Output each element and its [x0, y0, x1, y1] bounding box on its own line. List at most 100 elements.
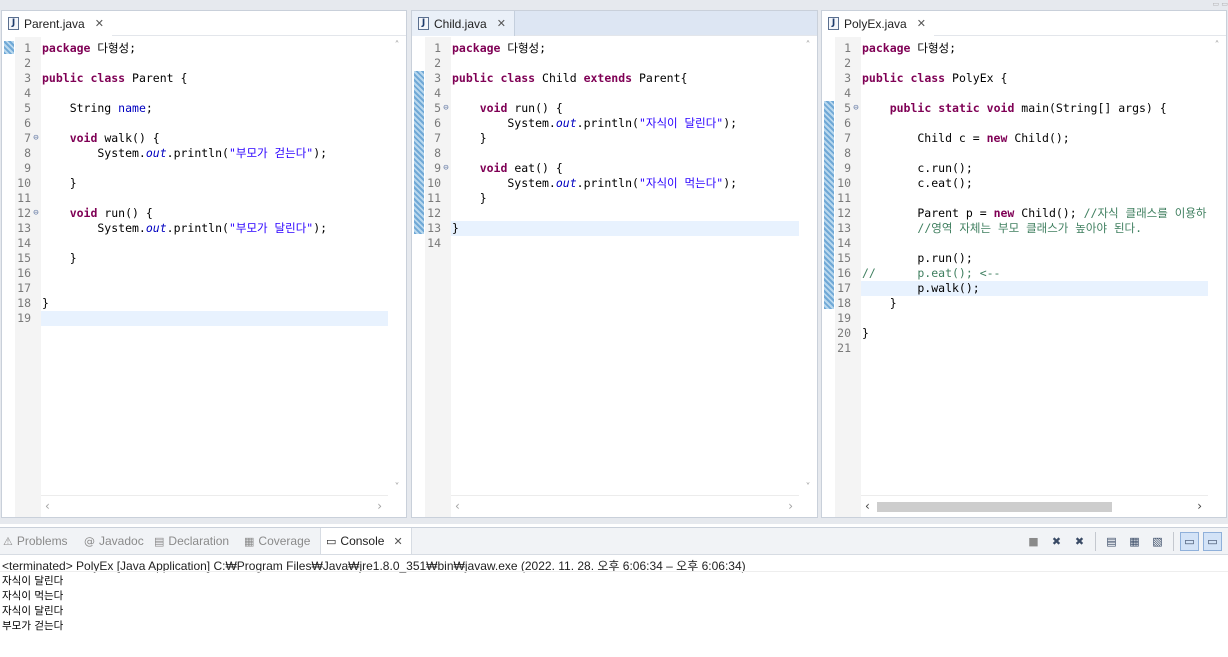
- tab-polyex-java[interactable]: J PolyEx.java ✕: [822, 11, 934, 36]
- line-number: 12: [837, 206, 851, 220]
- tab-problems[interactable]: ⚠ Problems: [3, 528, 68, 554]
- code-editor[interactable]: 1 package 다형성; 2 3 public class Child extend…: [412, 37, 817, 517]
- line-number: 19: [17, 311, 31, 325]
- code-line: 4: [412, 86, 799, 101]
- chevron-right-icon[interactable]: ›: [377, 499, 382, 513]
- code-text: void run() {: [69, 206, 153, 220]
- chevron-up-icon[interactable]: ˄: [388, 40, 406, 51]
- fold-toggle-icon[interactable]: ⊖: [31, 131, 41, 146]
- vertical-scrollbar[interactable]: ˄ ˅: [388, 37, 406, 495]
- line-number: 7: [434, 131, 441, 145]
- horizontal-scrollbar[interactable]: ‹ ›: [451, 495, 799, 517]
- show-on-error-icon[interactable]: ▭: [1203, 532, 1222, 551]
- output-line: 부모가 걷는다: [2, 620, 64, 632]
- output-line: 자식이 먹는다: [2, 590, 64, 602]
- console-output[interactable]: 자식이 달린다 자식이 먹는다 자식이 달린다 부모가 걷는다: [2, 574, 63, 634]
- fold-toggle-icon[interactable]: ⊖: [851, 101, 861, 116]
- remove-all-icon[interactable]: ✖: [1070, 532, 1089, 551]
- line-number: 1: [24, 41, 31, 55]
- code-text: }: [42, 296, 49, 310]
- code-text: }: [452, 131, 487, 145]
- tab-label: PolyEx.java: [844, 16, 907, 31]
- code-text: System.out.println("자식이 먹는다");: [452, 176, 738, 190]
- code-line: 6 System.out.println("자식이 달린다");: [412, 116, 799, 131]
- show-on-output-icon[interactable]: ▭: [1180, 532, 1199, 551]
- code-line: 14: [412, 236, 799, 251]
- code-text: }: [862, 326, 869, 340]
- line-number: 3: [24, 71, 31, 85]
- chevron-up-icon[interactable]: ˄: [799, 40, 817, 51]
- code-editor[interactable]: 1 package 다형성; 2 3 public class Parent {4 5 S…: [2, 37, 406, 517]
- line-number: 10: [837, 176, 851, 190]
- close-icon[interactable]: ✕: [917, 17, 926, 30]
- line-number: 2: [24, 56, 31, 70]
- clear-console-icon[interactable]: ▤: [1102, 532, 1121, 551]
- code-line: 8: [822, 146, 1208, 161]
- vertical-scrollbar[interactable]: ˄: [1208, 37, 1226, 495]
- code-line: 2: [2, 56, 388, 71]
- line-number: 15: [837, 251, 851, 265]
- line-number: 14: [427, 236, 441, 250]
- close-icon[interactable]: ✕: [393, 535, 402, 548]
- vertical-scrollbar[interactable]: ˄ ˅: [799, 37, 817, 495]
- code-lines: 1 package 다형성; 2 3 public class PolyEx {4 5 ⊖ …: [822, 41, 1208, 356]
- code-line: 15 }: [2, 251, 388, 266]
- code-line: 19: [2, 311, 388, 326]
- line-number: 5: [844, 101, 851, 115]
- scrollbar-thumb[interactable]: [877, 502, 1112, 512]
- code-line: 5 ⊖ public static void main(String[] args…: [822, 101, 1208, 116]
- line-number: 11: [427, 191, 441, 205]
- chevron-right-icon[interactable]: ›: [1197, 499, 1202, 513]
- declaration-icon: ▤: [154, 534, 165, 548]
- line-number: 8: [24, 146, 31, 160]
- code-text: package 다형성;: [452, 41, 547, 55]
- window-controls[interactable]: ▭ ▭: [1198, 0, 1228, 8]
- horizontal-scrollbar[interactable]: ‹ ›: [41, 495, 388, 517]
- chevron-down-icon[interactable]: ˅: [799, 482, 817, 493]
- fold-toggle-icon[interactable]: ⊖: [31, 206, 41, 221]
- editor-tabbar: J Parent.java ✕: [2, 11, 406, 36]
- chevron-left-icon[interactable]: ‹: [45, 499, 50, 513]
- tab-declaration[interactable]: ▤ Declaration: [154, 528, 229, 554]
- chevron-left-icon[interactable]: ‹: [865, 499, 870, 513]
- line-number: 14: [837, 236, 851, 250]
- editor-tabbar: J Child.java ✕: [412, 11, 817, 36]
- code-text: void walk() {: [69, 131, 160, 145]
- terminate-icon[interactable]: ■: [1024, 532, 1043, 551]
- code-text: public static void main(String[] args) {: [889, 101, 1167, 115]
- close-icon[interactable]: ✕: [95, 17, 104, 30]
- fold-toggle-icon[interactable]: ⊖: [441, 161, 451, 176]
- tab-console[interactable]: ▭ Console ✕: [320, 528, 412, 554]
- code-text: public class Parent {: [42, 71, 188, 85]
- chevron-up-icon[interactable]: ˄: [1208, 40, 1226, 51]
- code-line: 9: [2, 161, 388, 176]
- code-line: 3 public class Child extends Parent{: [412, 71, 799, 86]
- word-wrap-icon[interactable]: ▧: [1148, 532, 1167, 551]
- code-text: }: [42, 251, 77, 265]
- tab-coverage[interactable]: ▦ Coverage: [244, 528, 310, 554]
- remove-launch-icon[interactable]: ✖: [1047, 532, 1066, 551]
- close-icon[interactable]: ✕: [497, 17, 506, 30]
- fold-toggle-icon[interactable]: ⊖: [441, 101, 451, 116]
- editor-area: ▭ ▭ J Parent.java ✕ 1 package 다형성; 2 3 publi…: [0, 0, 1228, 524]
- tab-label: Problems: [16, 534, 68, 548]
- code-line: 11: [822, 191, 1208, 206]
- code-lines: 1 package 다형성; 2 3 public class Parent {4 5 S…: [2, 41, 388, 326]
- code-line: 7 Child c = new Child();: [822, 131, 1208, 146]
- code-text: p.walk();: [862, 281, 980, 295]
- chevron-down-icon[interactable]: ˅: [388, 482, 406, 493]
- tab-javadoc[interactable]: @ Javadoc: [84, 528, 144, 554]
- output-line: 자식이 달린다: [2, 605, 64, 617]
- line-number: 15: [17, 251, 31, 265]
- chevron-right-icon[interactable]: ›: [788, 499, 793, 513]
- line-number: 18: [17, 296, 31, 310]
- scroll-lock-icon[interactable]: ▦: [1125, 532, 1144, 551]
- chevron-left-icon[interactable]: ‹: [455, 499, 460, 513]
- code-editor[interactable]: 1 package 다형성; 2 3 public class PolyEx {4 5 ⊖ …: [822, 37, 1226, 517]
- code-line: 12 Parent p = new Child(); //자식 클래스를 이용하: [822, 206, 1208, 221]
- tab-child-java[interactable]: J Child.java ✕: [412, 11, 515, 36]
- code-line: 13 //영역 자체는 부모 클래스가 높아야 된다.: [822, 221, 1208, 236]
- code-text: Child c = new Child();: [862, 131, 1070, 145]
- horizontal-scrollbar[interactable]: ‹ ›: [861, 495, 1208, 517]
- tab-parent-java[interactable]: J Parent.java ✕: [2, 11, 112, 36]
